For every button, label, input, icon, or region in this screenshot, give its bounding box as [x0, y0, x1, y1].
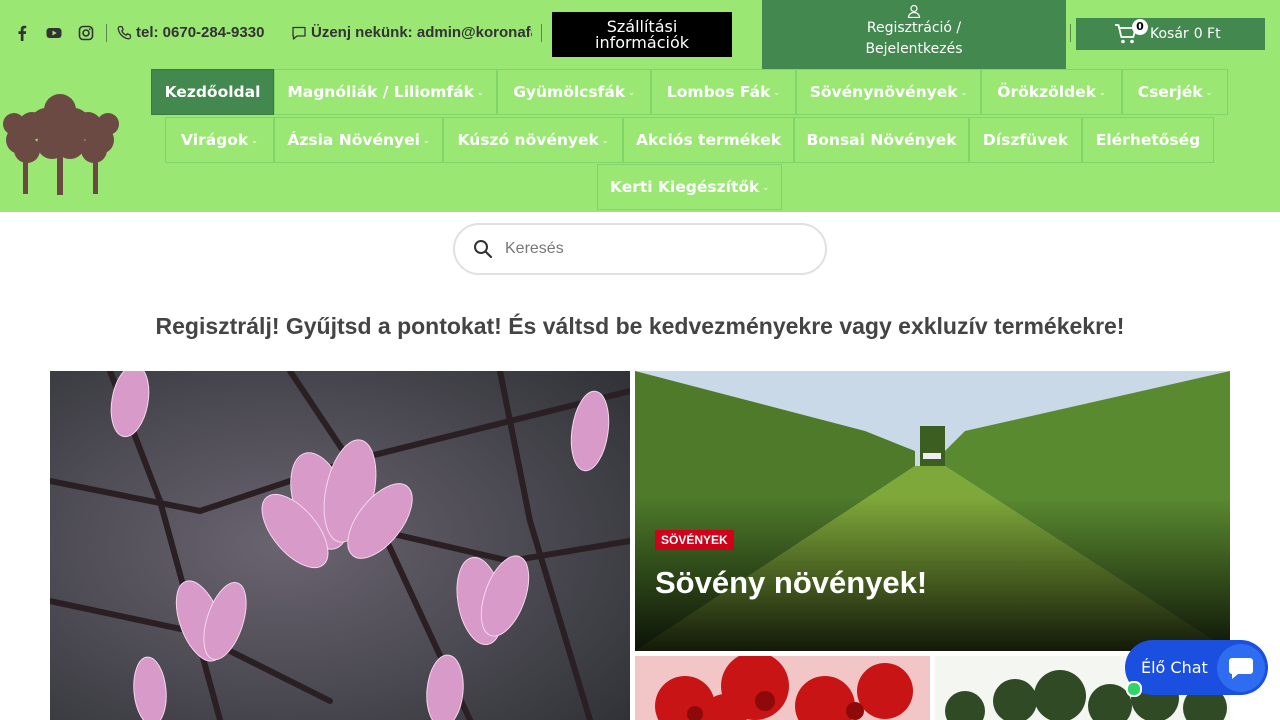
search-bar: [453, 223, 827, 275]
chevron-down-icon: ⌄: [601, 135, 609, 145]
category-badge[interactable]: SÖVÉNYEK: [655, 530, 734, 550]
nav-item-akcios-termekek[interactable]: Akciós termékek: [623, 117, 794, 163]
nav-item-sovenynovenyek[interactable]: Sövénynövények ⌄: [796, 69, 981, 115]
chat-label: Élő Chat: [1141, 658, 1208, 677]
chevron-down-icon: ⌄: [773, 87, 781, 97]
chevron-down-icon: ⌄: [251, 135, 258, 145]
red-maple-image[interactable]: [635, 656, 930, 720]
nav-item-azsia-novenyei[interactable]: Ázsia Növényei ⌄: [274, 117, 443, 163]
nav-item-diszfuvek[interactable]: Díszfüvek: [969, 117, 1082, 163]
phone-text: tel: 0670-284-9330: [136, 24, 265, 41]
cart-amount: 0 Ft: [1193, 26, 1221, 42]
chevron-down-icon: ⌄: [960, 87, 968, 97]
divider: [106, 24, 107, 42]
divider: [1070, 24, 1071, 42]
nav-item-gyumolcsfak[interactable]: Gyümölcsfák ⌄: [497, 69, 651, 115]
phone-contact[interactable]: tel: 0670-284-9330: [116, 24, 264, 41]
chevron-down-icon: ⌄: [628, 87, 635, 97]
email-contact[interactable]: Üzenj nekünk: admin@koronafa.hu: [291, 24, 532, 41]
nav-item-elerhetoseg[interactable]: Elérhetőség: [1082, 117, 1214, 163]
nav-item-bonsai-novenyek[interactable]: Bonsai Növények: [794, 117, 969, 163]
facebook-icon[interactable]: [12, 24, 32, 42]
site-header: tel: 0670-284-9330 Üzenj nekünk: admin@k…: [0, 0, 1280, 212]
account-line-2: Bejelentkezés: [865, 41, 963, 57]
hedge-feature-card[interactable]: SÖVÉNYEK Sövény növények!: [635, 371, 1230, 651]
youtube-icon[interactable]: [44, 24, 64, 42]
nav-item-kezdooldal[interactable]: Kezdőoldal: [151, 69, 274, 115]
feature-title[interactable]: Sövény növények!: [655, 565, 927, 601]
phone-icon: [117, 25, 132, 39]
search-input[interactable]: [503, 239, 797, 259]
nav-item-lombos-fak[interactable]: Lombos Fák ⌄: [651, 69, 796, 115]
chat-bubble-icon: [1217, 644, 1265, 692]
chevron-down-icon: ⌄: [422, 135, 430, 145]
site-logo[interactable]: [0, 88, 122, 198]
instagram-icon[interactable]: [76, 24, 96, 42]
live-chat-button[interactable]: Élő Chat: [1125, 640, 1268, 695]
nav-item-kerti-kiegeszitok[interactable]: Kerti Kiegészítők ⌄: [597, 164, 782, 210]
message-icon: [292, 26, 306, 40]
nav-item-magnoliak[interactable]: Magnóliák / Liliomfák ⌄: [274, 69, 497, 115]
message-text: Üzenj nekünk: admin@koronafa.hu: [311, 24, 532, 41]
chevron-down-icon: ⌄: [476, 87, 484, 97]
cart-label: Kosár: [1150, 26, 1189, 42]
nav-item-cserjek[interactable]: Cserjék ⌄: [1122, 69, 1228, 115]
account-line-1: Regisztráció /: [866, 20, 962, 36]
nav-item-kuszo-novenyek[interactable]: Kúszó növények ⌄: [443, 117, 623, 163]
chevron-down-icon: ⌄: [1098, 87, 1106, 97]
user-icon: [907, 4, 921, 18]
social-links: [12, 24, 96, 42]
shipping-info-button[interactable]: Szállítási információk: [552, 12, 732, 57]
cart-count-badge: 0: [1132, 19, 1148, 35]
account-login-button[interactable]: Regisztráció / Bejelentkezés: [762, 0, 1066, 69]
promo-heading: Regisztrálj! Gyűjtsd a pontokat! És vált…: [155, 313, 1125, 339]
cart-button[interactable]: 0 Kosár 0 Ft: [1076, 18, 1265, 50]
chevron-down-icon: ⌄: [762, 182, 770, 192]
divider: [541, 24, 542, 42]
magnolia-image[interactable]: [50, 371, 630, 720]
nav-item-viragok[interactable]: Virágok ⌄: [165, 117, 274, 163]
search-icon[interactable]: [473, 239, 493, 259]
online-status-indicator: [1126, 681, 1142, 697]
chevron-down-icon: ⌄: [1205, 87, 1213, 97]
nav-item-orokzoldek[interactable]: Örökzöldek ⌄: [981, 69, 1122, 115]
